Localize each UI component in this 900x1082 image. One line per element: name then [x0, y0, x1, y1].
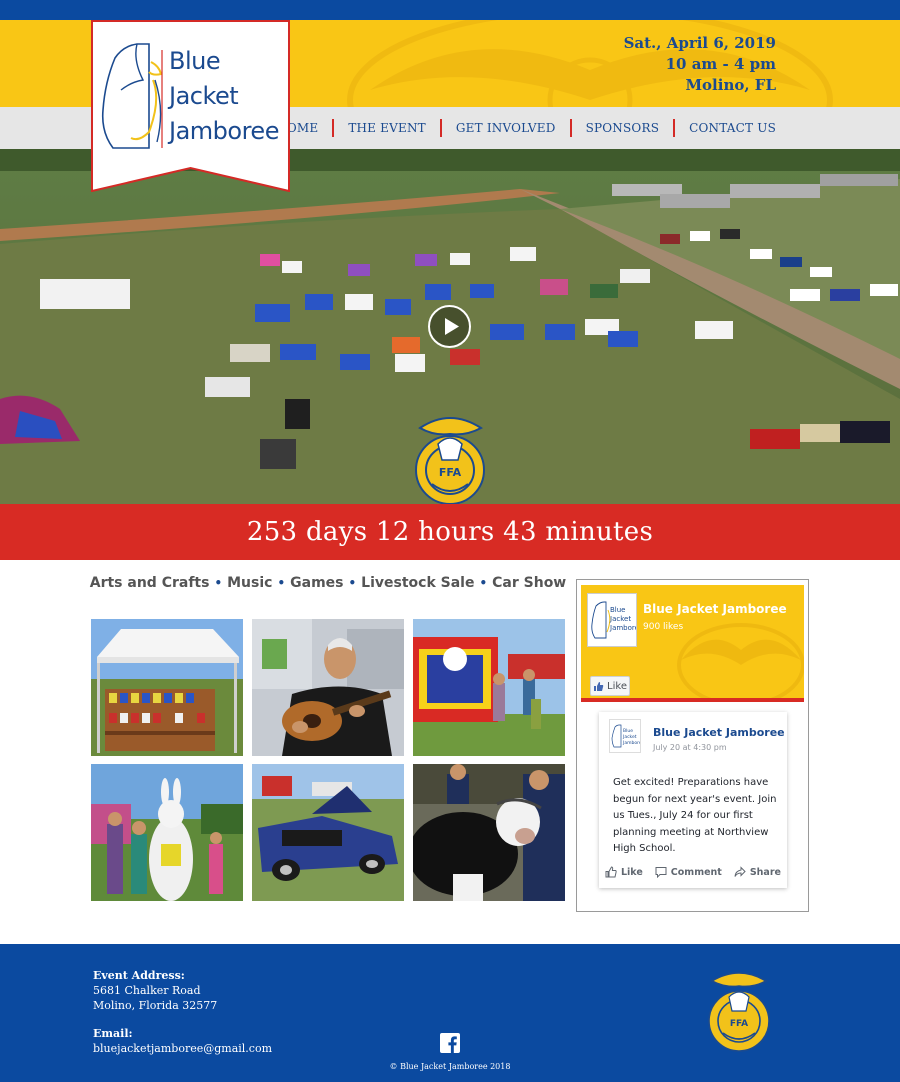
- event-date: Sat., April 6, 2019: [623, 34, 776, 52]
- svg-text:Blue: Blue: [610, 606, 626, 614]
- logo-line-2: Jacket: [169, 82, 239, 110]
- countdown-text: 253 days 12 hours 43 minutes: [246, 517, 654, 547]
- comment-icon: [655, 867, 667, 878]
- main-nav: HOME THE EVENT GET INVOLVED SPONSORS CON…: [262, 118, 790, 138]
- footer-copyright: © Blue Jacket Jamboree 2018: [389, 1062, 511, 1071]
- facebook-post-actions: Like Comment Share: [599, 866, 787, 878]
- facebook-like-button-label: Like: [607, 680, 627, 692]
- bullet-icon: •: [348, 576, 357, 590]
- gallery-photo-crafts[interactable]: [91, 619, 243, 756]
- svg-text:Blue: Blue: [623, 728, 633, 734]
- event-location: Molino, FL: [685, 76, 776, 94]
- hero-video[interactable]: FFA: [0, 149, 900, 504]
- facebook-post-share[interactable]: Share: [734, 866, 781, 878]
- footer-email: Email: bluejacketjamboree@gmail.com: [93, 1026, 272, 1056]
- countdown-banner: 253 days 12 hours 43 minutes: [0, 504, 900, 560]
- facebook-page-widget: Blue Jacket Jamboree Blue Jacket Jambore…: [576, 579, 809, 912]
- top-stripe: [0, 0, 900, 20]
- facebook-post-comment[interactable]: Comment: [655, 866, 722, 878]
- photo-gallery: [91, 619, 567, 901]
- bounce-house-image: [413, 619, 565, 756]
- facebook-post-date[interactable]: July 20 at 4:30 pm: [653, 743, 727, 752]
- facebook-page-avatar[interactable]: Blue Jacket Jamboree: [587, 593, 643, 647]
- svg-text:Jamboree: Jamboree: [609, 624, 636, 632]
- footer-email-label: Email:: [93, 1027, 133, 1040]
- gallery-photo-easter-bunny[interactable]: [91, 764, 243, 901]
- thumbs-up-icon: [594, 681, 604, 691]
- facebook-post: Blue Jacket Jamboree Blue Jacket Jambore…: [599, 712, 787, 888]
- eagle-watermark-icon: [677, 623, 804, 702]
- ffa-emblem-icon: FFA: [415, 417, 485, 504]
- site-footer: Event Address: 5681 Chalker Road Molino,…: [0, 944, 900, 1082]
- logo-wordmark: Blue Jacket Jamboree: [169, 44, 279, 149]
- facebook-page-name[interactable]: Blue Jacket Jamboree: [643, 602, 787, 616]
- gallery-photo-car-show[interactable]: [252, 764, 404, 901]
- gallery-photo-livestock[interactable]: [413, 764, 565, 901]
- site-logo[interactable]: Blue Jacket Jamboree: [91, 20, 290, 193]
- footer-address-line-1: 5681 Chalker Road: [93, 984, 201, 997]
- ffa-emblem-icon: FFA: [708, 972, 770, 1052]
- play-button[interactable]: [428, 305, 471, 348]
- facebook-cover[interactable]: Blue Jacket Jamboree Blue Jacket Jambore…: [581, 585, 804, 702]
- bullet-icon: •: [214, 576, 223, 590]
- ffa-emblem-text: FFA: [439, 466, 462, 479]
- logo-line-3: Jamboree: [169, 117, 279, 145]
- facebook-icon[interactable]: [440, 1033, 460, 1053]
- activity-arts-and-crafts: Arts and Crafts: [89, 575, 210, 591]
- svg-text:FFA: FFA: [730, 1019, 748, 1029]
- facebook-post-text: Get excited! Preparations have begun for…: [613, 777, 777, 854]
- nav-sponsors[interactable]: SPONSORS: [572, 121, 674, 135]
- facebook-post-like-label: Like: [620, 866, 643, 878]
- svg-text:Jacket: Jacket: [622, 734, 637, 740]
- activity-livestock-sale: Livestock Sale: [361, 575, 475, 591]
- event-info: Sat., April 6, 2019 10 am - 4 pm Molino,…: [624, 33, 776, 96]
- activities-list: Arts and Crafts • Music • Games • Livest…: [89, 575, 567, 591]
- svg-text:Jamboree: Jamboree: [622, 740, 640, 746]
- activity-car-show: Car Show: [492, 575, 567, 591]
- crafts-tent-image: [91, 619, 243, 756]
- nav-contact-us[interactable]: CONTACT US: [675, 121, 790, 135]
- facebook-post-like[interactable]: Like: [605, 866, 643, 878]
- bullet-icon: •: [277, 576, 286, 590]
- facebook-cover-bar: [581, 698, 804, 702]
- gallery-photo-music[interactable]: [252, 619, 404, 756]
- gallery-photo-games[interactable]: [413, 619, 565, 756]
- footer-email-link[interactable]: bluejacketjamboree@gmail.com: [93, 1041, 272, 1056]
- footer-address-line-2: Molino, Florida 32577: [93, 999, 218, 1012]
- svg-text:Jacket: Jacket: [609, 615, 631, 623]
- classic-car-image: [252, 764, 404, 901]
- event-time: 10 am - 4 pm: [665, 55, 776, 73]
- jacket-icon: Blue Jacket Jamboree: [591, 601, 643, 639]
- bullet-icon: •: [479, 576, 488, 590]
- facebook-post-share-label: Share: [749, 866, 781, 878]
- facebook-like-count: 900 likes: [643, 622, 684, 632]
- share-icon: [734, 866, 746, 877]
- footer-address: Event Address: 5681 Chalker Road Molino,…: [93, 968, 217, 1013]
- activity-games: Games: [290, 575, 344, 591]
- guitarist-image: [252, 619, 404, 756]
- facebook-post-avatar[interactable]: Blue Jacket Jamboree: [609, 719, 645, 753]
- play-icon: [445, 318, 459, 335]
- nav-get-involved[interactable]: GET INVOLVED: [442, 121, 570, 135]
- jacket-icon: Blue Jacket Jamboree: [611, 724, 645, 748]
- logo-line-1: Blue: [169, 47, 221, 75]
- facebook-post-author[interactable]: Blue Jacket Jamboree: [653, 726, 785, 739]
- footer-address-label: Event Address:: [93, 969, 185, 982]
- thumbs-up-icon: [605, 866, 617, 878]
- nav-the-event[interactable]: THE EVENT: [334, 121, 440, 135]
- facebook-post-comment-label: Comment: [670, 866, 722, 878]
- facebook-like-button[interactable]: Like: [590, 676, 630, 696]
- activity-music: Music: [227, 575, 273, 591]
- show-steer-image: [413, 764, 565, 901]
- easter-bunny-image: [91, 764, 243, 901]
